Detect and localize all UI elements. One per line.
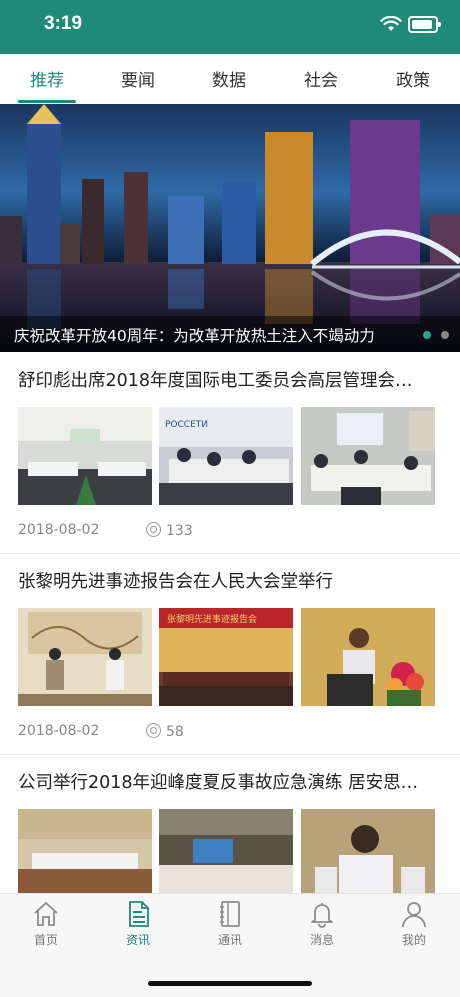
tabbar-profile[interactable]: 我的: [368, 900, 460, 948]
news-thumbnail[interactable]: [301, 407, 435, 505]
battery-icon: [408, 16, 441, 33]
news-thumbnail[interactable]: [18, 407, 152, 505]
news-views: 133: [146, 522, 193, 539]
news-icon: [129, 901, 149, 927]
news-thumbnails: 张黎明先进事迹报告会: [18, 608, 435, 706]
news-title[interactable]: 公司举行2018年迎峰度夏反事故应急演练 居安思…: [18, 769, 442, 794]
tab-data[interactable]: 数据: [199, 66, 259, 91]
tabbar-news[interactable]: 资讯: [92, 900, 184, 948]
bell-icon: [311, 903, 333, 928]
profile-icon: [402, 902, 426, 928]
tab-recommend[interactable]: 推荐: [17, 66, 77, 91]
banner-caption: 庆祝改革开放40周年：为改革开放热土注入不竭动力: [14, 327, 375, 345]
tabbar-messages[interactable]: 消息: [276, 900, 368, 948]
banner-carousel[interactable]: 庆祝改革开放40周年：为改革开放热土注入不竭动力: [0, 104, 460, 352]
tab-headlines[interactable]: 要闻: [108, 66, 168, 91]
banner-image: [0, 104, 460, 352]
news-view-count: 133: [166, 523, 193, 539]
contacts-icon: [220, 901, 240, 927]
tabbar-home[interactable]: 首页: [0, 900, 92, 948]
tabbar-contacts[interactable]: 通讯: [184, 900, 276, 948]
news-views: 58: [146, 723, 184, 740]
news-thumbnail[interactable]: [301, 608, 435, 706]
tabbar-home-label: 首页: [33, 933, 58, 947]
thumb-sign-text: РОССЕТИ: [165, 420, 208, 430]
carousel-dot[interactable]: [441, 331, 449, 339]
tabbar-news-label: 资讯: [125, 933, 150, 947]
wifi-icon: [380, 16, 402, 31]
banner-caption-bar: 庆祝改革开放40周年：为改革开放热土注入不竭动力: [0, 316, 460, 352]
status-time: 3:19: [44, 13, 83, 34]
view-count-icon: [146, 723, 161, 738]
home-icon: [34, 901, 58, 926]
news-date: 2018-08-02: [18, 522, 100, 538]
tabbar-profile-label: 我的: [401, 933, 426, 947]
status-bar: 3:19: [0, 0, 460, 54]
tabbar-contacts-label: 通讯: [217, 933, 242, 947]
divider: [0, 553, 460, 554]
category-tabs: 推荐 要闻 数据 社会 政策: [0, 54, 460, 105]
news-thumbnail[interactable]: [18, 608, 152, 706]
view-count-icon: [146, 522, 161, 537]
news-thumbnails: РОССЕТИ: [18, 407, 435, 505]
news-view-count: 58: [166, 724, 184, 740]
news-title[interactable]: 舒印彪出席2018年度国际电工委员会高层管理会…: [18, 367, 442, 392]
news-thumbnail[interactable]: РОССЕТИ: [159, 407, 293, 505]
home-indicator[interactable]: [148, 981, 312, 986]
divider: [0, 754, 460, 755]
tab-policy[interactable]: 政策: [383, 66, 443, 91]
news-thumbnail[interactable]: 张黎明先进事迹报告会: [159, 608, 293, 706]
tabbar-messages-label: 消息: [309, 933, 334, 947]
news-date: 2018-08-02: [18, 723, 100, 739]
active-tab-indicator: [18, 100, 76, 103]
tab-society[interactable]: 社会: [291, 66, 351, 91]
carousel-dot-active[interactable]: [423, 331, 431, 339]
news-title[interactable]: 张黎明先进事迹报告会在人民大会堂举行: [18, 568, 442, 593]
thumb-banner-text: 张黎明先进事迹报告会: [167, 613, 257, 625]
